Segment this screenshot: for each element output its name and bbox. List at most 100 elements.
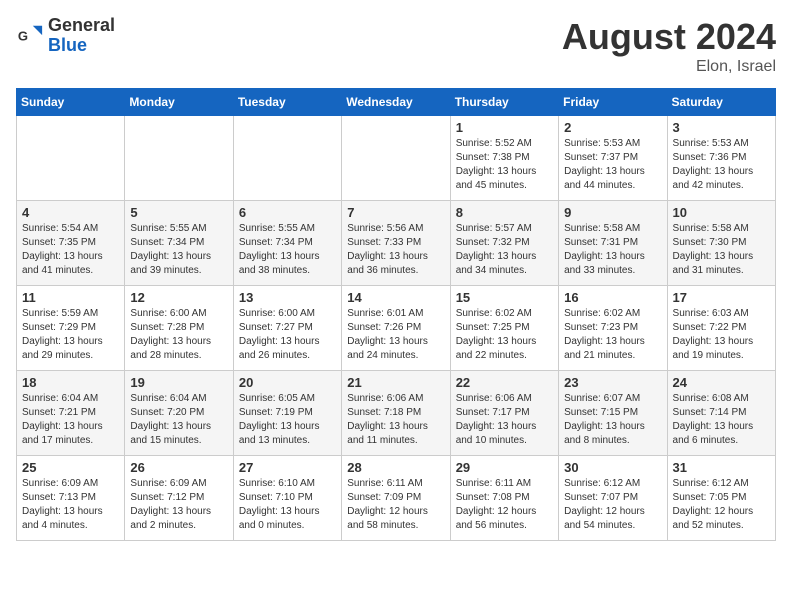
calendar-cell: 26 Sunrise: 6:09 AM Sunset: 7:12 PM Dayli… (125, 456, 233, 541)
calendar-cell (17, 116, 125, 201)
logo: G General Blue (16, 16, 115, 56)
day-info: Sunrise: 5:56 AM Sunset: 7:33 PM Dayligh… (347, 222, 444, 278)
day-info: Sunrise: 6:04 AM Sunset: 7:21 PM Dayligh… (22, 392, 119, 448)
calendar-cell: 4Sunrise: 5:54 AM Sunset: 7:35 PM Daylig… (17, 201, 125, 286)
day-number: 13 (239, 290, 336, 305)
calendar-cell: 14 Sunrise: 6:01 AM Sunset: 7:26 PM Dayli… (342, 286, 450, 371)
month-title: August 2024 (562, 16, 776, 58)
day-info: Sunrise: 6:01 AM Sunset: 7:26 PM Dayligh… (347, 307, 444, 363)
day-number: 31 (673, 460, 770, 475)
calendar-week-row: 25Sunrise: 6:09 AM Sunset: 7:13 PM Dayli… (17, 456, 776, 541)
day-info: Sunrise: 5:55 AM Sunset: 7:34 PM Dayligh… (239, 222, 336, 278)
weekday-header: Sunday (17, 89, 125, 116)
day-info: Sunrise: 6:12 AM Sunset: 7:07 PM Dayligh… (564, 477, 661, 533)
calendar-cell: 29Sunrise: 6:11 AM Sunset: 7:08 PM Dayli… (450, 456, 558, 541)
day-info: Sunrise: 6:06 AM Sunset: 7:17 PM Dayligh… (456, 392, 553, 448)
day-number: 15 (456, 290, 553, 305)
day-number: 21 (347, 375, 444, 390)
calendar-cell: 25Sunrise: 6:09 AM Sunset: 7:13 PM Dayli… (17, 456, 125, 541)
day-number: 10 (673, 205, 770, 220)
calendar-cell: 18 Sunrise: 6:04 AM Sunset: 7:21 PM Dayli… (17, 371, 125, 456)
calendar-cell: 8Sunrise: 5:57 AM Sunset: 7:32 PM Daylig… (450, 201, 558, 286)
day-number: 12 (130, 290, 227, 305)
calendar-cell (342, 116, 450, 201)
day-info: Sunrise: 5:58 AM Sunset: 7:31 PM Dayligh… (564, 222, 661, 278)
title-block: August 2024 Elon, Israel (562, 16, 776, 76)
day-info: Sunrise: 6:02 AM Sunset: 7:25 PM Dayligh… (456, 307, 553, 363)
page-header: G General Blue August 2024 Elon, Israel (16, 16, 776, 76)
calendar-cell: 19 Sunrise: 6:04 AM Sunset: 7:20 PM Dayli… (125, 371, 233, 456)
weekday-header: Friday (559, 89, 667, 116)
calendar-cell: 21Sunrise: 6:06 AM Sunset: 7:18 PM Dayli… (342, 371, 450, 456)
calendar-cell: 1 Sunrise: 5:52 AM Sunset: 7:38 PM Daylig… (450, 116, 558, 201)
day-info: Sunrise: 6:11 AM Sunset: 7:09 PM Dayligh… (347, 477, 444, 533)
calendar-cell: 10 Sunrise: 5:58 AM Sunset: 7:30 PM Dayli… (667, 201, 775, 286)
day-info: Sunrise: 6:00 AM Sunset: 7:28 PM Dayligh… (130, 307, 227, 363)
calendar-cell: 9 Sunrise: 5:58 AM Sunset: 7:31 PM Daylig… (559, 201, 667, 286)
calendar-cell: 22 Sunrise: 6:06 AM Sunset: 7:17 PM Dayli… (450, 371, 558, 456)
calendar-cell: 2 Sunrise: 5:53 AM Sunset: 7:37 PM Daylig… (559, 116, 667, 201)
day-info: Sunrise: 6:12 AM Sunset: 7:05 PM Dayligh… (673, 477, 770, 533)
day-info: Sunrise: 6:00 AM Sunset: 7:27 PM Dayligh… (239, 307, 336, 363)
logo-general-text: General (48, 16, 115, 36)
day-info: Sunrise: 5:58 AM Sunset: 7:30 PM Dayligh… (673, 222, 770, 278)
day-info: Sunrise: 5:52 AM Sunset: 7:38 PM Dayligh… (456, 137, 553, 193)
calendar-cell (125, 116, 233, 201)
day-number: 1 (456, 120, 553, 135)
day-info: Sunrise: 5:53 AM Sunset: 7:36 PM Dayligh… (673, 137, 770, 193)
weekday-header: Wednesday (342, 89, 450, 116)
weekday-header: Tuesday (233, 89, 341, 116)
day-number: 9 (564, 205, 661, 220)
weekday-header: Saturday (667, 89, 775, 116)
day-info: Sunrise: 6:02 AM Sunset: 7:23 PM Dayligh… (564, 307, 661, 363)
logo-text: General Blue (48, 16, 115, 56)
calendar-cell: 16 Sunrise: 6:02 AM Sunset: 7:23 PM Dayli… (559, 286, 667, 371)
day-info: Sunrise: 6:05 AM Sunset: 7:19 PM Dayligh… (239, 392, 336, 448)
calendar-cell (233, 116, 341, 201)
calendar-table: SundayMondayTuesdayWednesdayThursdayFrid… (16, 88, 776, 541)
calendar-cell: 7 Sunrise: 5:56 AM Sunset: 7:33 PM Daylig… (342, 201, 450, 286)
day-number: 22 (456, 375, 553, 390)
day-number: 17 (673, 290, 770, 305)
calendar-cell: 5Sunrise: 5:55 AM Sunset: 7:34 PM Daylig… (125, 201, 233, 286)
day-number: 26 (130, 460, 227, 475)
day-number: 2 (564, 120, 661, 135)
day-info: Sunrise: 6:04 AM Sunset: 7:20 PM Dayligh… (130, 392, 227, 448)
calendar-week-row: 4Sunrise: 5:54 AM Sunset: 7:35 PM Daylig… (17, 201, 776, 286)
day-number: 23 (564, 375, 661, 390)
day-info: Sunrise: 6:09 AM Sunset: 7:12 PM Dayligh… (130, 477, 227, 533)
day-number: 24 (673, 375, 770, 390)
calendar-cell: 11 Sunrise: 5:59 AM Sunset: 7:29 PM Dayli… (17, 286, 125, 371)
day-info: Sunrise: 5:59 AM Sunset: 7:29 PM Dayligh… (22, 307, 119, 363)
day-number: 19 (130, 375, 227, 390)
day-info: Sunrise: 6:07 AM Sunset: 7:15 PM Dayligh… (564, 392, 661, 448)
day-number: 20 (239, 375, 336, 390)
location-text: Elon, Israel (562, 58, 776, 76)
calendar-cell: 27Sunrise: 6:10 AM Sunset: 7:10 PM Dayli… (233, 456, 341, 541)
day-info: Sunrise: 6:08 AM Sunset: 7:14 PM Dayligh… (673, 392, 770, 448)
day-number: 4 (22, 205, 119, 220)
logo-blue-text: Blue (48, 36, 115, 56)
day-info: Sunrise: 5:53 AM Sunset: 7:37 PM Dayligh… (564, 137, 661, 193)
calendar-cell: 12 Sunrise: 6:00 AM Sunset: 7:28 PM Dayli… (125, 286, 233, 371)
calendar-cell: 3 Sunrise: 5:53 AM Sunset: 7:36 PM Daylig… (667, 116, 775, 201)
calendar-cell: 17Sunrise: 6:03 AM Sunset: 7:22 PM Dayli… (667, 286, 775, 371)
calendar-cell: 15 Sunrise: 6:02 AM Sunset: 7:25 PM Dayli… (450, 286, 558, 371)
day-number: 14 (347, 290, 444, 305)
day-number: 18 (22, 375, 119, 390)
day-number: 27 (239, 460, 336, 475)
weekday-header-row: SundayMondayTuesdayWednesdayThursdayFrid… (17, 89, 776, 116)
day-number: 5 (130, 205, 227, 220)
calendar-week-row: 18 Sunrise: 6:04 AM Sunset: 7:21 PM Dayli… (17, 371, 776, 456)
day-number: 7 (347, 205, 444, 220)
day-number: 16 (564, 290, 661, 305)
day-number: 6 (239, 205, 336, 220)
day-number: 11 (22, 290, 119, 305)
day-info: Sunrise: 6:09 AM Sunset: 7:13 PM Dayligh… (22, 477, 119, 533)
weekday-header: Thursday (450, 89, 558, 116)
calendar-cell: 31 Sunrise: 6:12 AM Sunset: 7:05 PM Dayli… (667, 456, 775, 541)
calendar-cell: 20 Sunrise: 6:05 AM Sunset: 7:19 PM Dayli… (233, 371, 341, 456)
day-number: 3 (673, 120, 770, 135)
calendar-cell: 13 Sunrise: 6:00 AM Sunset: 7:27 PM Dayli… (233, 286, 341, 371)
calendar-cell: 28Sunrise: 6:11 AM Sunset: 7:09 PM Dayli… (342, 456, 450, 541)
